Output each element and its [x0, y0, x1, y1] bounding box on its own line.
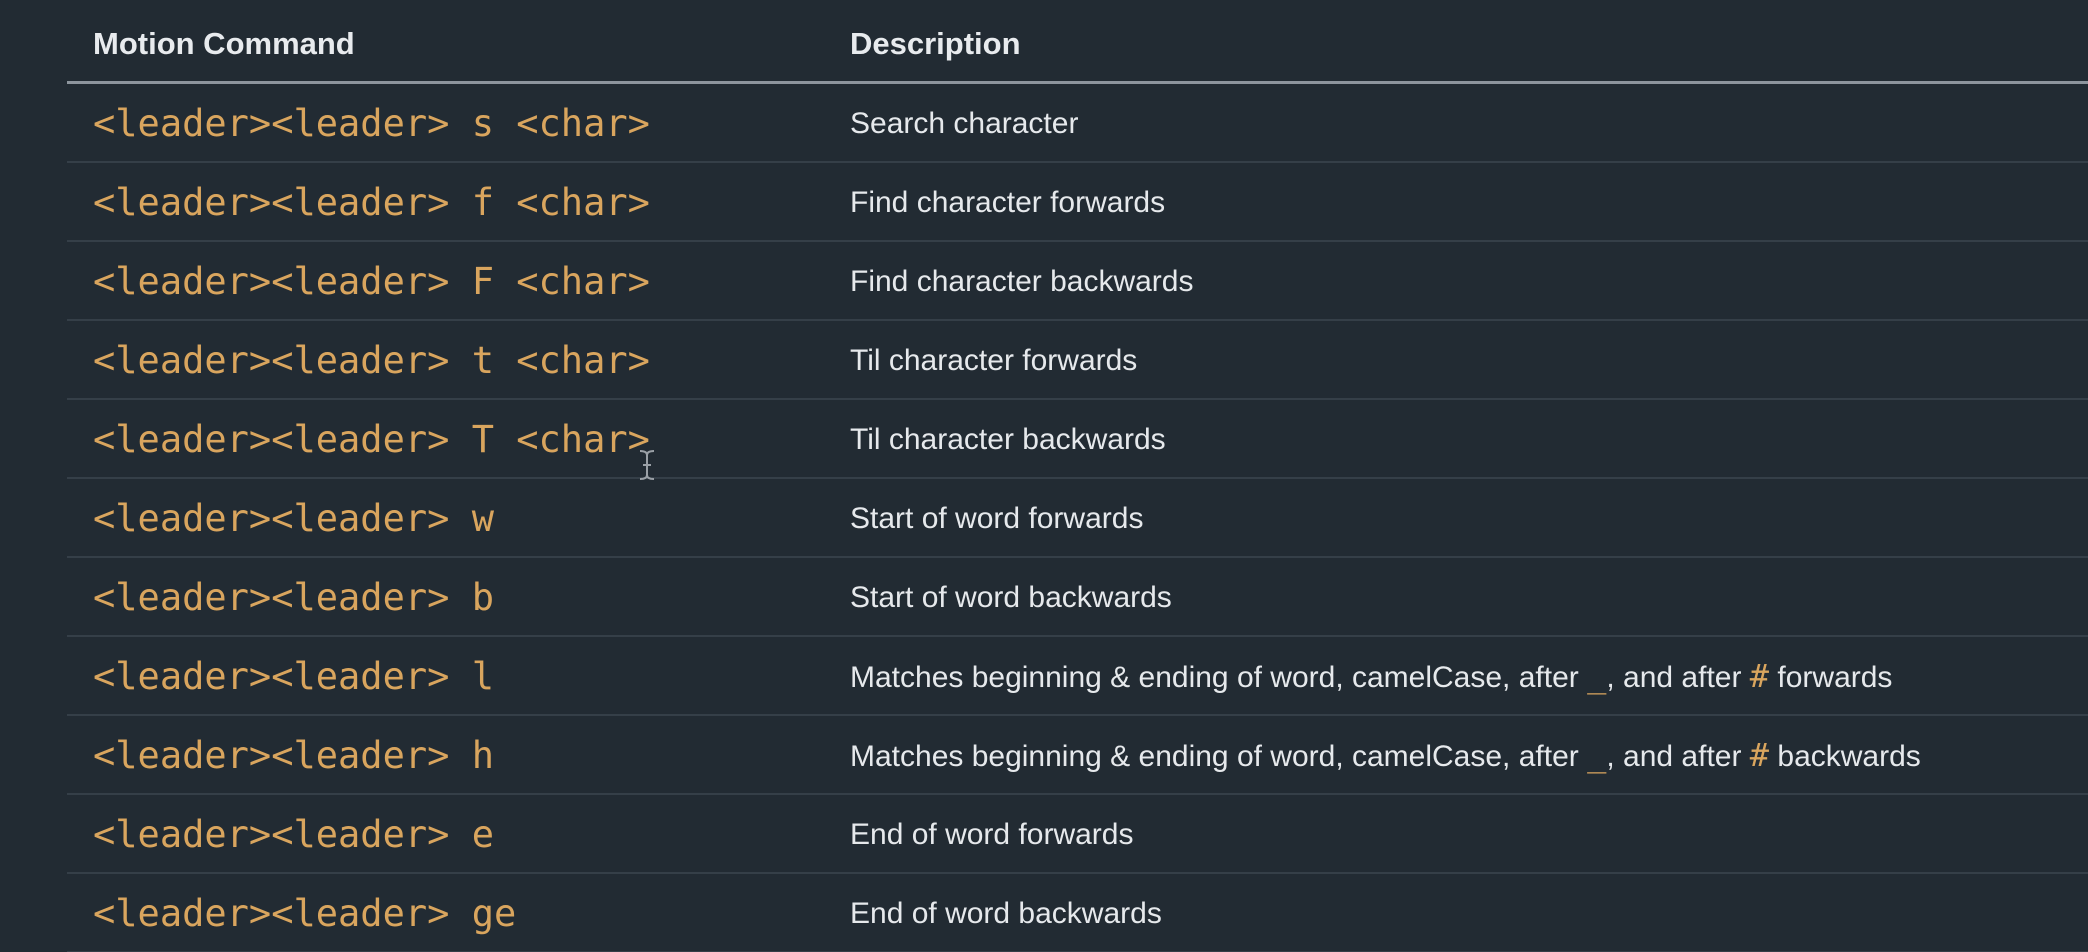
description-text: forwards — [1769, 661, 1893, 694]
description: Start of word backwards — [850, 581, 1172, 614]
description: Find character forwards — [850, 186, 1166, 219]
description-text: Matches beginning & ending of word, came… — [850, 740, 1588, 773]
table-header: Motion Command Description — [67, 0, 2088, 84]
description: Find character backwards — [850, 265, 1194, 298]
motion-command: <leader><leader> T <char> — [93, 418, 650, 461]
table-row: <leader><leader> F <char> Find character… — [67, 242, 2088, 321]
motion-command: <leader><leader> f <char> — [93, 181, 650, 224]
motion-command: <leader><leader> t <char> — [93, 339, 650, 382]
motion-commands-table: Motion Command Description <leader><lead… — [67, 0, 2088, 952]
description: Start of word forwards — [850, 502, 1144, 535]
description: Search character — [850, 107, 1079, 140]
inline-code: # — [1749, 657, 1770, 695]
text-cursor-icon — [639, 450, 655, 480]
table-row: <leader><leader> b Start of word backwar… — [67, 558, 2088, 637]
motion-command: <leader><leader> s <char> — [93, 102, 650, 145]
table-row: <leader><leader> T <char> Til character … — [67, 400, 2088, 479]
header-description: Description — [850, 26, 1021, 61]
table-row: <leader><leader> l Matches beginning & e… — [67, 637, 2088, 716]
description-text: , and after — [1606, 661, 1750, 694]
inline-code: _ — [1587, 736, 1607, 774]
header-motion-command: Motion Command — [93, 26, 355, 61]
motion-command: <leader><leader> b — [93, 576, 494, 619]
table-row: <leader><leader> h Matches beginning & e… — [67, 716, 2088, 795]
description-text: , and after — [1606, 740, 1750, 773]
table-row: <leader><leader> w Start of word forward… — [67, 479, 2088, 558]
table-row: <leader><leader> ge End of word backward… — [67, 874, 2088, 952]
motion-command: <leader><leader> l — [93, 655, 494, 698]
inline-code: _ — [1587, 657, 1607, 695]
inline-code: # — [1749, 736, 1770, 774]
motion-command: <leader><leader> e — [93, 813, 494, 856]
table-row: <leader><leader> f <char> Find character… — [67, 163, 2088, 242]
motion-command: <leader><leader> ge — [93, 892, 517, 935]
table-row: <leader><leader> e End of word forwards — [67, 795, 2088, 874]
description: Til character backwards — [850, 423, 1166, 456]
page: Motion Command Description <leader><lead… — [0, 0, 2088, 952]
description-text: backwards — [1769, 740, 1921, 773]
motion-command: <leader><leader> w — [93, 497, 494, 540]
description: End of word forwards — [850, 818, 1134, 851]
description: Til character forwards — [850, 344, 1138, 377]
description: Matches beginning & ending of word, came… — [850, 637, 1892, 716]
motion-command: <leader><leader> F <char> — [93, 260, 650, 303]
description: End of word backwards — [850, 897, 1162, 930]
description: Matches beginning & ending of word, came… — [850, 716, 1921, 795]
description-text: Matches beginning & ending of word, came… — [850, 661, 1588, 694]
table-row: <leader><leader> t <char> Til character … — [67, 321, 2088, 400]
motion-command: <leader><leader> h — [93, 734, 494, 777]
table-row: <leader><leader> s <char> Search charact… — [67, 84, 2088, 163]
